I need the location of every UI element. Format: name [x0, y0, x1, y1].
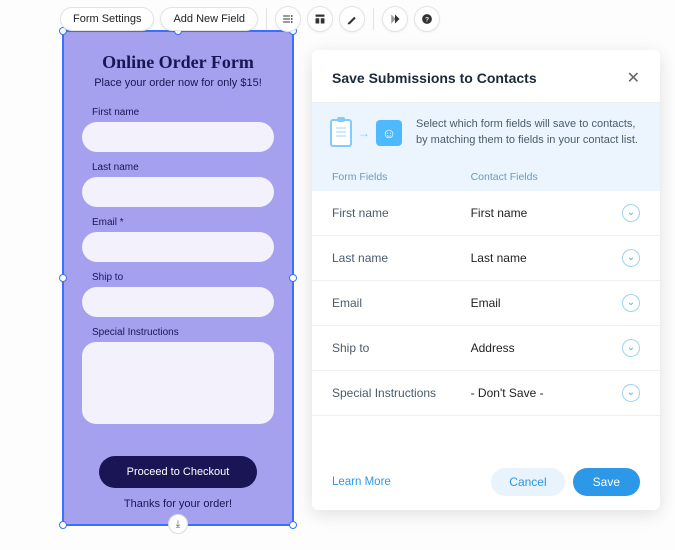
layout-icon[interactable]	[307, 6, 333, 32]
field-label: Special Instructions	[92, 327, 274, 338]
col-contact-fields-header: Contact Fields	[471, 171, 640, 183]
col-form-fields-header: Form Fields	[332, 171, 471, 183]
email-input[interactable]	[82, 232, 274, 262]
cancel-button[interactable]: Cancel	[491, 468, 564, 496]
form-canvas[interactable]: Online Order Form Place your order now f…	[62, 30, 294, 526]
resize-handle[interactable]	[289, 274, 297, 282]
field-ship-to: Ship to	[82, 272, 274, 317]
list-settings-icon[interactable]	[275, 6, 301, 32]
form-field-name: Last name	[332, 251, 471, 265]
thanks-text: Thanks for your order!	[124, 498, 232, 510]
clipboard-icon	[330, 119, 352, 147]
toolbar-separator	[266, 8, 267, 30]
field-label: Email *	[92, 217, 274, 228]
contact-field-value: - Don't Save -	[471, 386, 544, 400]
chevron-down-icon[interactable]: ⌄	[622, 294, 640, 312]
field-label: Ship to	[92, 272, 274, 283]
form-subtitle: Place your order now for only $15!	[94, 77, 262, 89]
arrow-icon: →	[358, 126, 370, 140]
chevron-down-icon[interactable]: ⌄	[622, 249, 640, 267]
field-label: First name	[92, 107, 274, 118]
learn-more-link[interactable]: Learn More	[332, 476, 391, 488]
mapping-row: Ship to Address ⌄	[312, 326, 660, 371]
add-new-field-button[interactable]: Add New Field	[160, 7, 258, 31]
banner-graphic: → ☺	[330, 119, 402, 147]
panel-footer: Learn More Cancel Save	[312, 454, 660, 510]
chevron-down-icon[interactable]: ⌄	[622, 384, 640, 402]
contact-field-select[interactable]: First name ⌄	[471, 204, 640, 222]
design-icon[interactable]	[339, 6, 365, 32]
chevron-down-icon[interactable]: ⌄	[622, 204, 640, 222]
contact-field-select[interactable]: Address ⌄	[471, 339, 640, 357]
close-icon[interactable]: ✕	[627, 68, 640, 88]
checkout-button[interactable]: Proceed to Checkout	[99, 456, 258, 488]
banner-text: Select which form fields will save to co…	[416, 117, 642, 149]
field-last-name: Last name	[82, 162, 274, 207]
special-instructions-input[interactable]	[82, 342, 274, 424]
first-name-input[interactable]	[82, 122, 274, 152]
form-field-name: Ship to	[332, 341, 471, 355]
save-button[interactable]: Save	[573, 468, 640, 496]
mapping-row: Special Instructions - Don't Save - ⌄	[312, 371, 660, 416]
form-field-name: Special Instructions	[332, 386, 471, 400]
toolbar-separator	[373, 8, 374, 30]
toolbar: Form Settings Add New Field ?	[60, 6, 440, 32]
mapping-header: Form Fields Contact Fields	[312, 163, 660, 191]
contact-field-value: Email	[471, 296, 501, 310]
mapping-row: Email Email ⌄	[312, 281, 660, 326]
panel-title: Save Submissions to Contacts	[332, 70, 537, 86]
save-to-contacts-panel: Save Submissions to Contacts ✕ → ☺ Selec…	[312, 50, 660, 510]
panel-header: Save Submissions to Contacts ✕	[312, 50, 660, 103]
info-banner: → ☺ Select which form fields will save t…	[312, 103, 660, 163]
field-first-name: First name	[82, 107, 274, 152]
contact-field-value: Last name	[471, 251, 527, 265]
resize-handle[interactable]	[289, 521, 297, 529]
form-field-name: Email	[332, 296, 471, 310]
form-title: Online Order Form	[102, 52, 254, 73]
last-name-input[interactable]	[82, 177, 274, 207]
form-field-name: First name	[332, 206, 471, 220]
help-icon[interactable]: ?	[414, 6, 440, 32]
contact-field-select[interactable]: Email ⌄	[471, 294, 640, 312]
contact-field-value: First name	[471, 206, 528, 220]
footer-actions: Cancel Save	[491, 468, 640, 496]
field-special-instructions: Special Instructions	[82, 327, 274, 429]
mapping-row: First name First name ⌄	[312, 191, 660, 236]
animation-icon[interactable]	[382, 6, 408, 32]
field-label: Last name	[92, 162, 274, 173]
chevron-down-icon[interactable]: ⌄	[622, 339, 640, 357]
svg-text:?: ?	[425, 16, 429, 23]
download-icon[interactable]: ⤓	[168, 514, 188, 534]
contact-field-select[interactable]: Last name ⌄	[471, 249, 640, 267]
form-settings-button[interactable]: Form Settings	[60, 7, 154, 31]
contact-icon: ☺	[376, 120, 402, 146]
field-email: Email *	[82, 217, 274, 262]
ship-to-input[interactable]	[82, 287, 274, 317]
mapping-row: Last name Last name ⌄	[312, 236, 660, 281]
resize-handle[interactable]	[59, 274, 67, 282]
resize-handle[interactable]	[59, 521, 67, 529]
contact-field-value: Address	[471, 341, 515, 355]
contact-field-select[interactable]: - Don't Save - ⌄	[471, 384, 640, 402]
